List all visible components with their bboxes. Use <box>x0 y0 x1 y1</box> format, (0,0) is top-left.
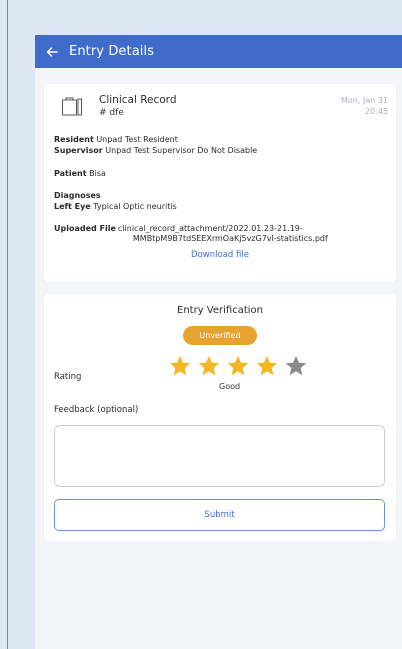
page-title: Entry Details <box>69 44 155 59</box>
resident-value: Unpad Test Resident <box>96 135 178 144</box>
uploaded-file-row: Uploaded File clinical_record_attachment/… <box>54 224 386 244</box>
diagnoses-heading: Diagnoses <box>54 190 101 201</box>
star-icon[interactable] <box>284 354 308 378</box>
uploaded-file-path: clinical_record_attachment/2022.01.23-21… <box>118 224 358 244</box>
resident-label: Resident <box>54 135 94 144</box>
clipboard-icon <box>61 96 83 116</box>
record-title: Clinical Record <box>99 94 177 106</box>
rating-text: Good <box>219 382 241 391</box>
resident-row: Resident Unpad Test Resident <box>54 134 178 145</box>
diagnoses-label: Diagnoses <box>54 191 101 200</box>
download-file-link[interactable]: Download file <box>44 250 396 260</box>
uploaded-file-path-line1: clinical_record_attachment/2022.01.23-21… <box>117 224 303 233</box>
record-timestamp: Mon, Jan 31 20:45 <box>341 95 388 117</box>
feedback-field[interactable] <box>54 425 385 487</box>
content-area: Clinical Record # dfe Mon, Jan 31 20:45 … <box>35 68 402 649</box>
arrow-left-icon[interactable] <box>45 45 59 59</box>
app-header: Entry Details <box>35 35 402 68</box>
verification-card: Entry Verification Unverified Rating Goo… <box>44 294 396 541</box>
uploaded-file-label: Uploaded File <box>54 224 116 233</box>
star-icon[interactable] <box>255 354 279 378</box>
star-icon[interactable] <box>197 354 221 378</box>
patient-row: Patient Bisa <box>54 168 106 179</box>
patient-value: Bisa <box>89 169 106 178</box>
supervisor-label: Supervisor <box>54 146 103 155</box>
rating-label: Rating <box>54 372 82 382</box>
record-card: Clinical Record # dfe Mon, Jan 31 20:45 … <box>44 84 396 282</box>
diagnosis-row: Left Eye Typical Optic neuritis <box>54 201 177 212</box>
star-icon[interactable] <box>226 354 250 378</box>
uploaded-file-path-line2: MMBtpM9B7tdSEEXrmOaKj5vzG7vl-statistics.… <box>132 234 328 243</box>
record-number: # dfe <box>99 108 124 118</box>
app-frame: Entry Details Clinical Record # dfe Mon,… <box>0 0 402 649</box>
rating-stars <box>168 354 313 378</box>
record-time: 20:45 <box>364 107 388 116</box>
submit-button[interactable]: Submit <box>54 499 385 531</box>
feedback-label: Feedback (optional) <box>54 405 139 415</box>
supervisor-row: Supervisor Unpad Test Supervisor Do Not … <box>54 145 257 156</box>
verification-title: Entry Verification <box>177 305 263 316</box>
record-date: Mon, Jan 31 <box>340 96 388 105</box>
patient-label: Patient <box>54 169 87 178</box>
star-icon[interactable] <box>168 354 192 378</box>
eye-value: Typical Optic neuritis <box>93 202 177 211</box>
supervisor-value: Unpad Test Supervisor Do Not Disable <box>105 146 258 155</box>
eye-label: Left Eye <box>54 202 91 211</box>
status-badge: Unverified <box>183 326 257 345</box>
